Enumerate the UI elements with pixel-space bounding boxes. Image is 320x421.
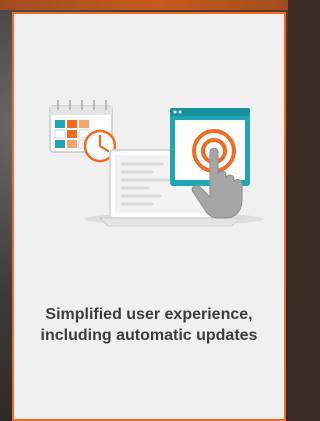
feature-illustration: [49, 100, 264, 227]
top-accent-strip: [0, 0, 288, 10]
feature-card: Simplified user experience, including au…: [12, 12, 286, 421]
feature-headline: Simplified user experience, including au…: [40, 306, 258, 344]
